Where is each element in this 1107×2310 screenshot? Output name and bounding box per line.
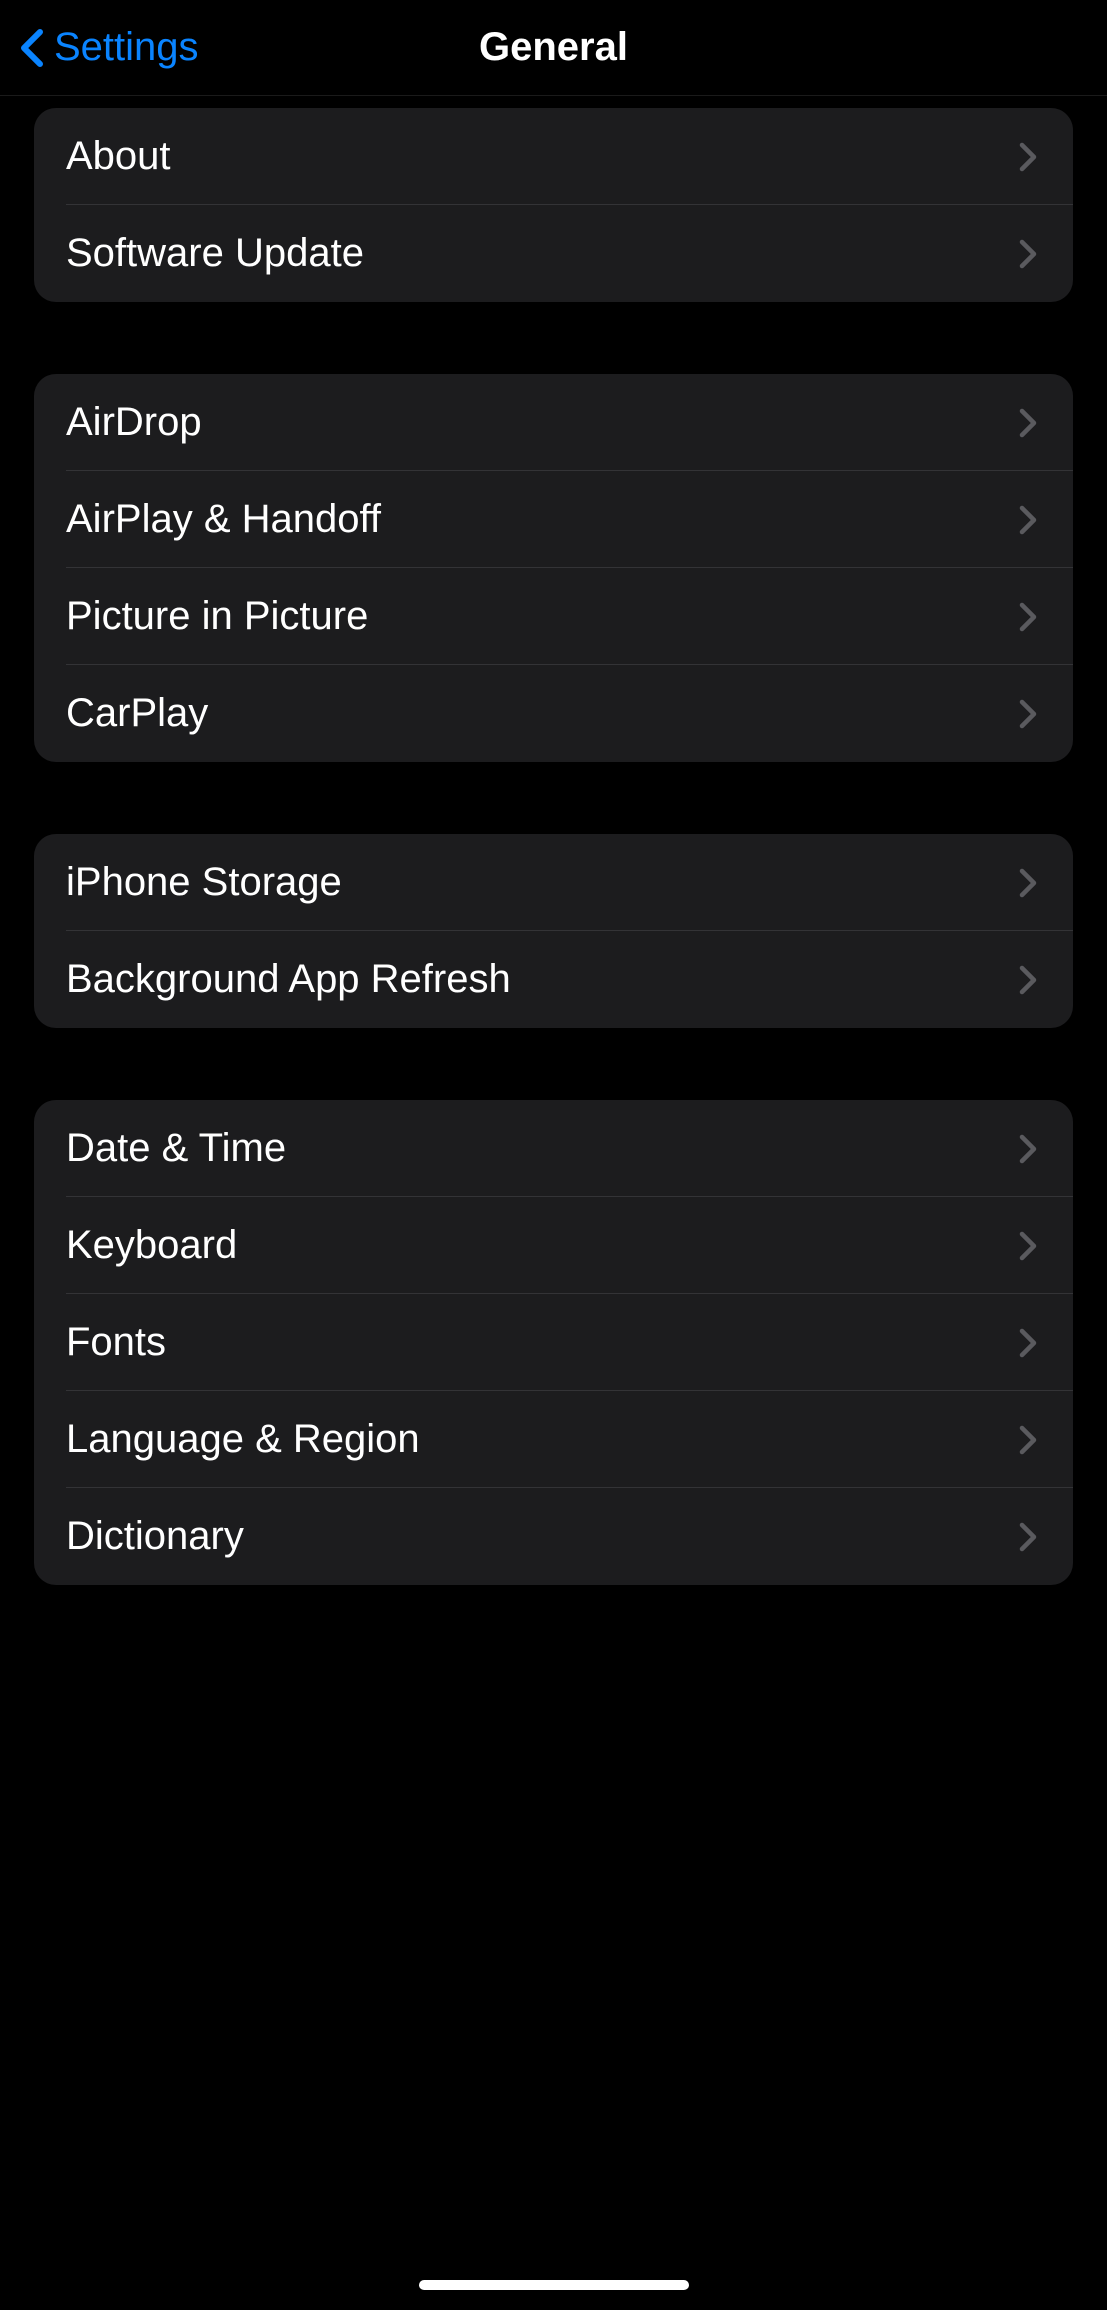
row-picture-in-picture[interactable]: Picture in Picture — [34, 568, 1073, 665]
row-language-region[interactable]: Language & Region — [34, 1391, 1073, 1488]
row-about[interactable]: About — [34, 108, 1073, 205]
row-label: About — [66, 134, 171, 179]
row-label: Language & Region — [66, 1417, 420, 1462]
back-button[interactable]: Settings — [20, 25, 199, 70]
row-keyboard[interactable]: Keyboard — [34, 1197, 1073, 1294]
chevron-right-icon — [1019, 239, 1037, 269]
chevron-right-icon — [1019, 505, 1037, 535]
row-label: AirDrop — [66, 400, 202, 445]
chevron-right-icon — [1019, 1425, 1037, 1455]
row-airdrop[interactable]: AirDrop — [34, 374, 1073, 471]
chevron-right-icon — [1019, 1328, 1037, 1358]
content: About Software Update AirDrop AirPlay & … — [0, 108, 1107, 1585]
back-label: Settings — [54, 25, 199, 70]
row-label: Software Update — [66, 231, 364, 276]
row-background-app-refresh[interactable]: Background App Refresh — [34, 931, 1073, 1028]
row-label: Date & Time — [66, 1126, 286, 1171]
group-storage: iPhone Storage Background App Refresh — [34, 834, 1073, 1028]
row-iphone-storage[interactable]: iPhone Storage — [34, 834, 1073, 931]
row-airplay-handoff[interactable]: AirPlay & Handoff — [34, 471, 1073, 568]
row-label: Background App Refresh — [66, 957, 511, 1002]
nav-header: Settings General — [0, 0, 1107, 96]
row-label: Keyboard — [66, 1223, 237, 1268]
nav-title: General — [479, 25, 628, 70]
chevron-right-icon — [1019, 699, 1037, 729]
chevron-right-icon — [1019, 602, 1037, 632]
row-dictionary[interactable]: Dictionary — [34, 1488, 1073, 1585]
row-date-time[interactable]: Date & Time — [34, 1100, 1073, 1197]
row-label: Fonts — [66, 1320, 166, 1365]
chevron-right-icon — [1019, 408, 1037, 438]
row-label: Picture in Picture — [66, 594, 368, 639]
chevron-right-icon — [1019, 868, 1037, 898]
chevron-right-icon — [1019, 1522, 1037, 1552]
row-label: iPhone Storage — [66, 860, 342, 905]
group-connectivity: AirDrop AirPlay & Handoff Picture in Pic… — [34, 374, 1073, 762]
row-carplay[interactable]: CarPlay — [34, 665, 1073, 762]
group-preferences: Date & Time Keyboard Fonts Language & Re… — [34, 1100, 1073, 1585]
row-label: Dictionary — [66, 1514, 244, 1559]
group-info: About Software Update — [34, 108, 1073, 302]
chevron-right-icon — [1019, 1134, 1037, 1164]
chevron-right-icon — [1019, 142, 1037, 172]
row-label: AirPlay & Handoff — [66, 497, 381, 542]
chevron-right-icon — [1019, 1231, 1037, 1261]
home-indicator[interactable] — [419, 2280, 689, 2290]
row-software-update[interactable]: Software Update — [34, 205, 1073, 302]
row-label: CarPlay — [66, 691, 208, 736]
row-fonts[interactable]: Fonts — [34, 1294, 1073, 1391]
chevron-left-icon — [20, 28, 44, 68]
chevron-right-icon — [1019, 965, 1037, 995]
